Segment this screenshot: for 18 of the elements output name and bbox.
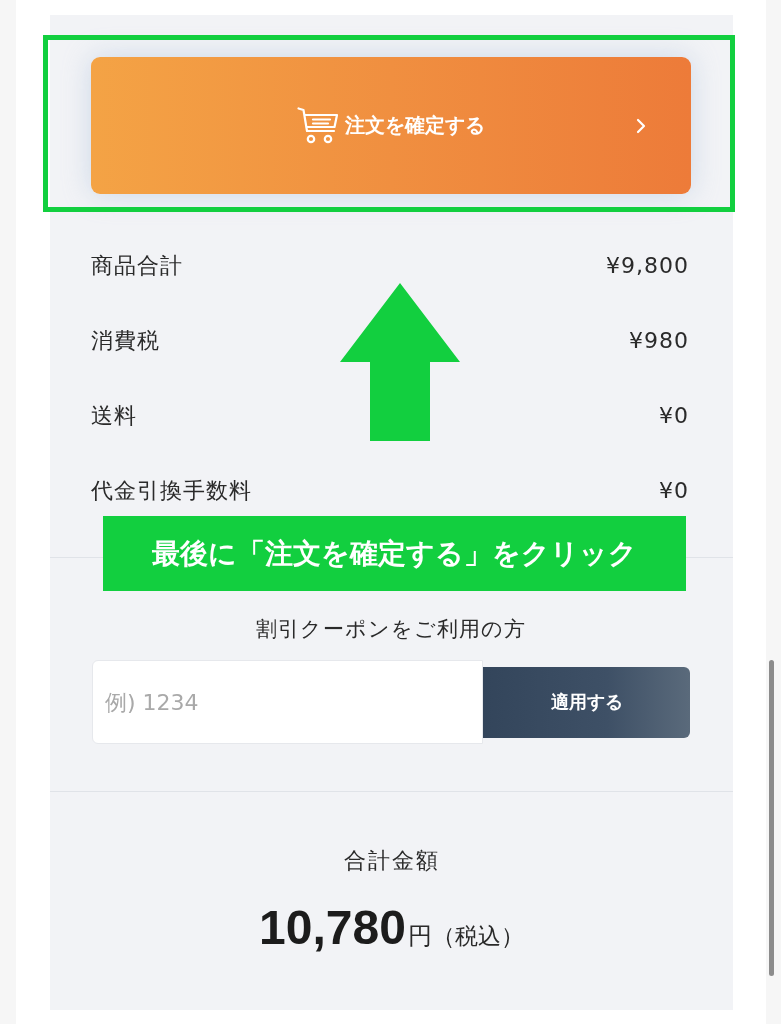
total-amount: 10,780 [259,902,406,954]
summary-label: 消費税 [91,326,160,355]
currency-unit: 円 [407,921,432,952]
summary-label: 代金引換手数料 [91,476,252,505]
coupon-input-field[interactable]: 例) 1234 [92,660,483,744]
summary-value: ¥980 [629,328,689,353]
coupon-heading: 割引クーポンをご利用の方 [255,616,527,643]
instruction-banner: 最後に「注文を確定する」をクリック [103,516,686,591]
apply-button[interactable]: 適用する [483,666,690,738]
summary-label: 商品合計 [91,251,183,280]
summary-label: 送料 [91,401,137,430]
tax-note: （税込） [431,922,524,951]
total-label: 合計金額 [343,847,440,875]
summary-value: ¥0 [659,403,689,428]
chevron-icon [636,117,646,134]
summary-value: ¥9,800 [606,253,689,278]
summary-value: ¥0 [659,478,689,503]
cart-icon [297,106,339,145]
